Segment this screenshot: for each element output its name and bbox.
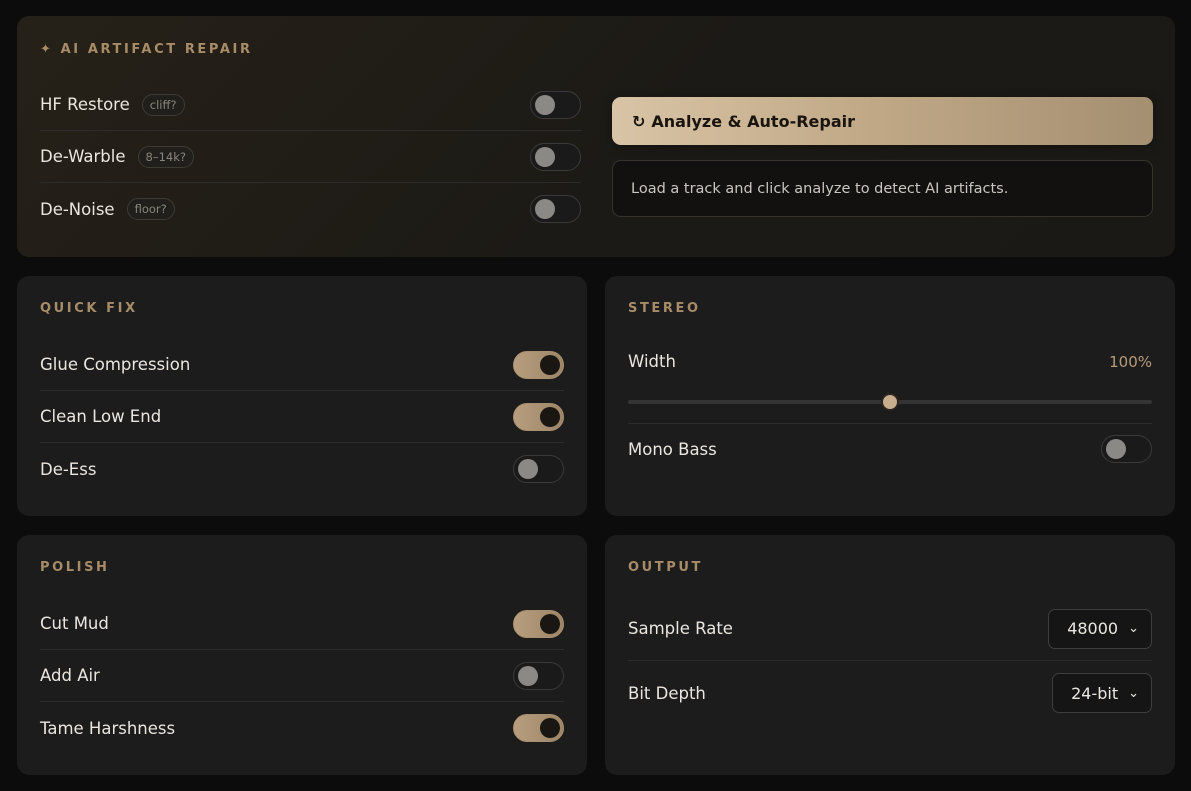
de-warble-tag: 8–14k?: [137, 145, 194, 168]
toggle-knob: [540, 613, 560, 634]
de-noise-tag: floor?: [126, 198, 175, 220]
de-ess-label: De-Ess: [40, 459, 97, 479]
toggle-knob: [540, 718, 560, 738]
tame-harshness-toggle[interactable]: [513, 714, 564, 742]
width-value: 100%: [1109, 353, 1152, 371]
section-title-polish: POLISH: [40, 560, 110, 575]
sample-rate-value: 48000: [1067, 619, 1119, 638]
width-slider[interactable]: [628, 393, 1152, 411]
row-add-air: Add Air: [40, 650, 564, 702]
sample-rate-label: Sample Rate: [628, 619, 733, 638]
add-air-toggle[interactable]: [513, 661, 564, 690]
section-title-ai-artifact-repair: ✦ AI ARTIFACT REPAIR: [40, 42, 253, 57]
row-de-warble: De-Warble 8–14k?: [40, 131, 581, 183]
clean-low-end-toggle[interactable]: [513, 402, 564, 431]
chevron-down-icon: ⌄: [1128, 685, 1139, 701]
row-de-noise: De-Noise floor?: [40, 183, 581, 235]
row-glue-compression: Glue Compression: [40, 339, 564, 391]
toggle-knob: [1106, 439, 1126, 459]
analysis-status-box: Load a track and click analyze to detect…: [612, 160, 1153, 217]
de-warble-toggle[interactable]: [530, 142, 581, 171]
row-mono-bass: Mono Bass: [628, 424, 1152, 474]
glue-compression-toggle[interactable]: [513, 350, 564, 379]
mono-bass-label: Mono Bass: [628, 439, 717, 459]
bit-depth-select[interactable]: 24-bit ⌄: [1052, 673, 1152, 713]
analyze-button-label: Analyze & Auto-Repair: [651, 111, 855, 131]
toggle-knob: [540, 354, 560, 375]
bit-depth-value: 24-bit: [1071, 683, 1119, 703]
de-noise-label: De-Noise: [40, 199, 115, 219]
bit-depth-label: Bit Depth: [628, 683, 706, 703]
de-warble-label: De-Warble: [40, 147, 126, 166]
stereo-panel: STEREO Width 100% Mono Bass: [605, 276, 1175, 516]
width-label: Width: [628, 352, 676, 371]
hf-restore-tag: cliff?: [141, 93, 185, 116]
de-ess-toggle[interactable]: [513, 455, 564, 483]
output-panel: OUTPUT Sample Rate 48000 ⌄ Bit Depth 24-…: [605, 535, 1175, 775]
toggle-knob: [540, 406, 560, 427]
width-slider-thumb[interactable]: [881, 393, 899, 411]
polish-panel: POLISH Cut Mud Add Air Tame Harshness: [17, 535, 587, 775]
clean-low-end-label: Clean Low End: [40, 407, 162, 426]
row-de-ess: De-Ess: [40, 443, 564, 495]
section-title-output: OUTPUT: [628, 560, 704, 575]
hf-restore-toggle[interactable]: [530, 90, 581, 119]
analysis-status-text: Load a track and click analyze to detect…: [631, 180, 1009, 197]
sample-rate-select[interactable]: 48000 ⌄: [1048, 608, 1152, 649]
toggle-knob: [535, 94, 555, 115]
toggle-knob: [518, 459, 538, 479]
chevron-down-icon: ⌄: [1128, 621, 1139, 636]
quick-fix-panel: QUICK FIX Glue Compression Clean Low End…: [17, 276, 587, 516]
analyze-auto-repair-button[interactable]: ↻ Analyze & Auto-Repair: [612, 97, 1153, 145]
hf-restore-label: HF Restore: [40, 95, 130, 114]
row-hf-restore: HF Restore cliff?: [40, 79, 581, 131]
section-title-quick-fix: QUICK FIX: [40, 301, 138, 316]
row-sample-rate: Sample Rate 48000 ⌄: [628, 597, 1152, 661]
cut-mud-label: Cut Mud: [40, 614, 109, 633]
row-bit-depth: Bit Depth 24-bit ⌄: [628, 661, 1152, 725]
row-cut-mud: Cut Mud: [40, 598, 564, 650]
toggle-knob: [535, 146, 555, 167]
row-tame-harshness: Tame Harshness: [40, 702, 564, 754]
toggle-knob: [518, 665, 538, 686]
row-clean-low-end: Clean Low End: [40, 391, 564, 443]
tame-harshness-label: Tame Harshness: [40, 718, 176, 738]
ai-artifact-repair-panel: ✦ AI ARTIFACT REPAIR HF Restore cliff? D…: [17, 16, 1175, 257]
refresh-icon: ↻: [632, 111, 646, 131]
section-title-stereo: STEREO: [628, 301, 701, 316]
toggle-knob: [535, 199, 555, 219]
cut-mud-toggle[interactable]: [513, 609, 564, 638]
glue-compression-label: Glue Compression: [40, 355, 191, 374]
de-noise-toggle[interactable]: [530, 195, 581, 223]
mono-bass-toggle[interactable]: [1101, 435, 1152, 463]
add-air-label: Add Air: [40, 666, 100, 685]
width-row: Width 100%: [628, 352, 1152, 382]
